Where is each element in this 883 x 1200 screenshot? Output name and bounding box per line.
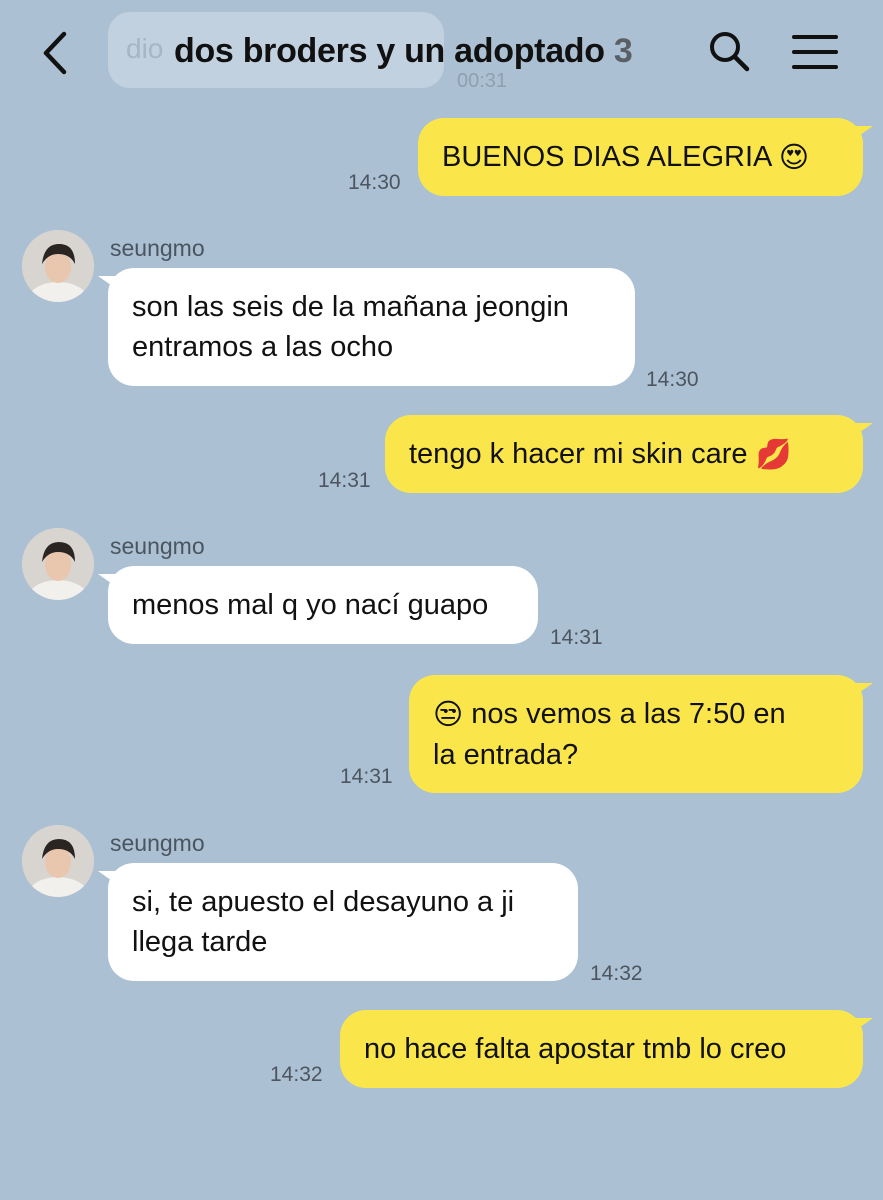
back-button[interactable] [36, 28, 76, 78]
sender-name: seungmo [110, 830, 205, 856]
unamused-face-emoji-icon: 😒 [433, 699, 464, 732]
hamburger-menu-icon [792, 35, 838, 69]
avatar[interactable] [22, 528, 94, 600]
avatar-photo [22, 825, 94, 897]
my-message-bubble[interactable]: no hace falta apostar tmb lo creo [340, 1010, 873, 1088]
message-line: la entrada? [433, 739, 579, 772]
message-time: 14:30 [646, 368, 699, 391]
avatar-photo [22, 230, 94, 302]
message-text: no hace falta apostar tmb lo creo [364, 1033, 787, 1065]
sender-name: seungmo [110, 533, 205, 559]
my-message-bubble[interactable]: BUENOS DIAS ALEGRIA 😍 [418, 118, 873, 196]
search-button[interactable] [706, 28, 752, 74]
member-count: 3 [613, 32, 633, 70]
scrolled-message-time: 00:31 [457, 70, 508, 92]
their-message-bubble[interactable]: si, te apuesto el desayuno a ji llega ta… [98, 863, 578, 981]
kiss-mark-emoji-icon: 💋 [755, 439, 792, 472]
message-time: 14:31 [318, 469, 371, 492]
message-line: nos vemos a las 7:50 en [471, 698, 786, 730]
message-time: 14:31 [340, 765, 393, 788]
message-line: menos mal q yo nací guapo [132, 589, 489, 621]
chat-header: dio 00:31 dos broders y un adoptado 3 [0, 0, 883, 105]
avatar[interactable] [22, 230, 94, 302]
message-time: 14:32 [270, 1063, 323, 1086]
scrolled-message-text: dio [126, 33, 164, 64]
message-time: 14:31 [550, 626, 603, 649]
search-icon [710, 32, 750, 72]
message-text: tengo k hacer mi skin care [409, 438, 748, 470]
message-line: son las seis de la mañana jeongin [132, 291, 569, 323]
message-line: llega tarde [132, 926, 268, 958]
message-line: entramos a las ocho [132, 331, 394, 363]
their-message-bubble[interactable]: menos mal q yo nací guapo [98, 566, 538, 644]
their-message-bubble[interactable]: son las seis de la mañana jeongin entram… [98, 268, 635, 386]
message-time: 14:30 [348, 171, 401, 194]
chevron-left-icon [43, 31, 67, 75]
menu-button[interactable] [792, 32, 838, 72]
message-time: 14:32 [590, 962, 643, 985]
chat-title-text: dos broders y un adoptado [174, 32, 605, 70]
avatar-photo [22, 528, 94, 600]
message-line: si, te apuesto el desayuno a ji [132, 886, 515, 918]
chat-title: dos broders y un adoptado 3 [174, 32, 633, 71]
heart-eyes-emoji-icon: 😍 [778, 142, 810, 175]
my-message-bubble[interactable]: 😒 nos vemos a las 7:50 en la entrada? [409, 675, 873, 793]
message-text: BUENOS DIAS ALEGRIA [442, 141, 771, 173]
sender-name: seungmo [110, 235, 205, 261]
avatar[interactable] [22, 825, 94, 897]
my-message-bubble[interactable]: tengo k hacer mi skin care 💋 [385, 415, 873, 493]
